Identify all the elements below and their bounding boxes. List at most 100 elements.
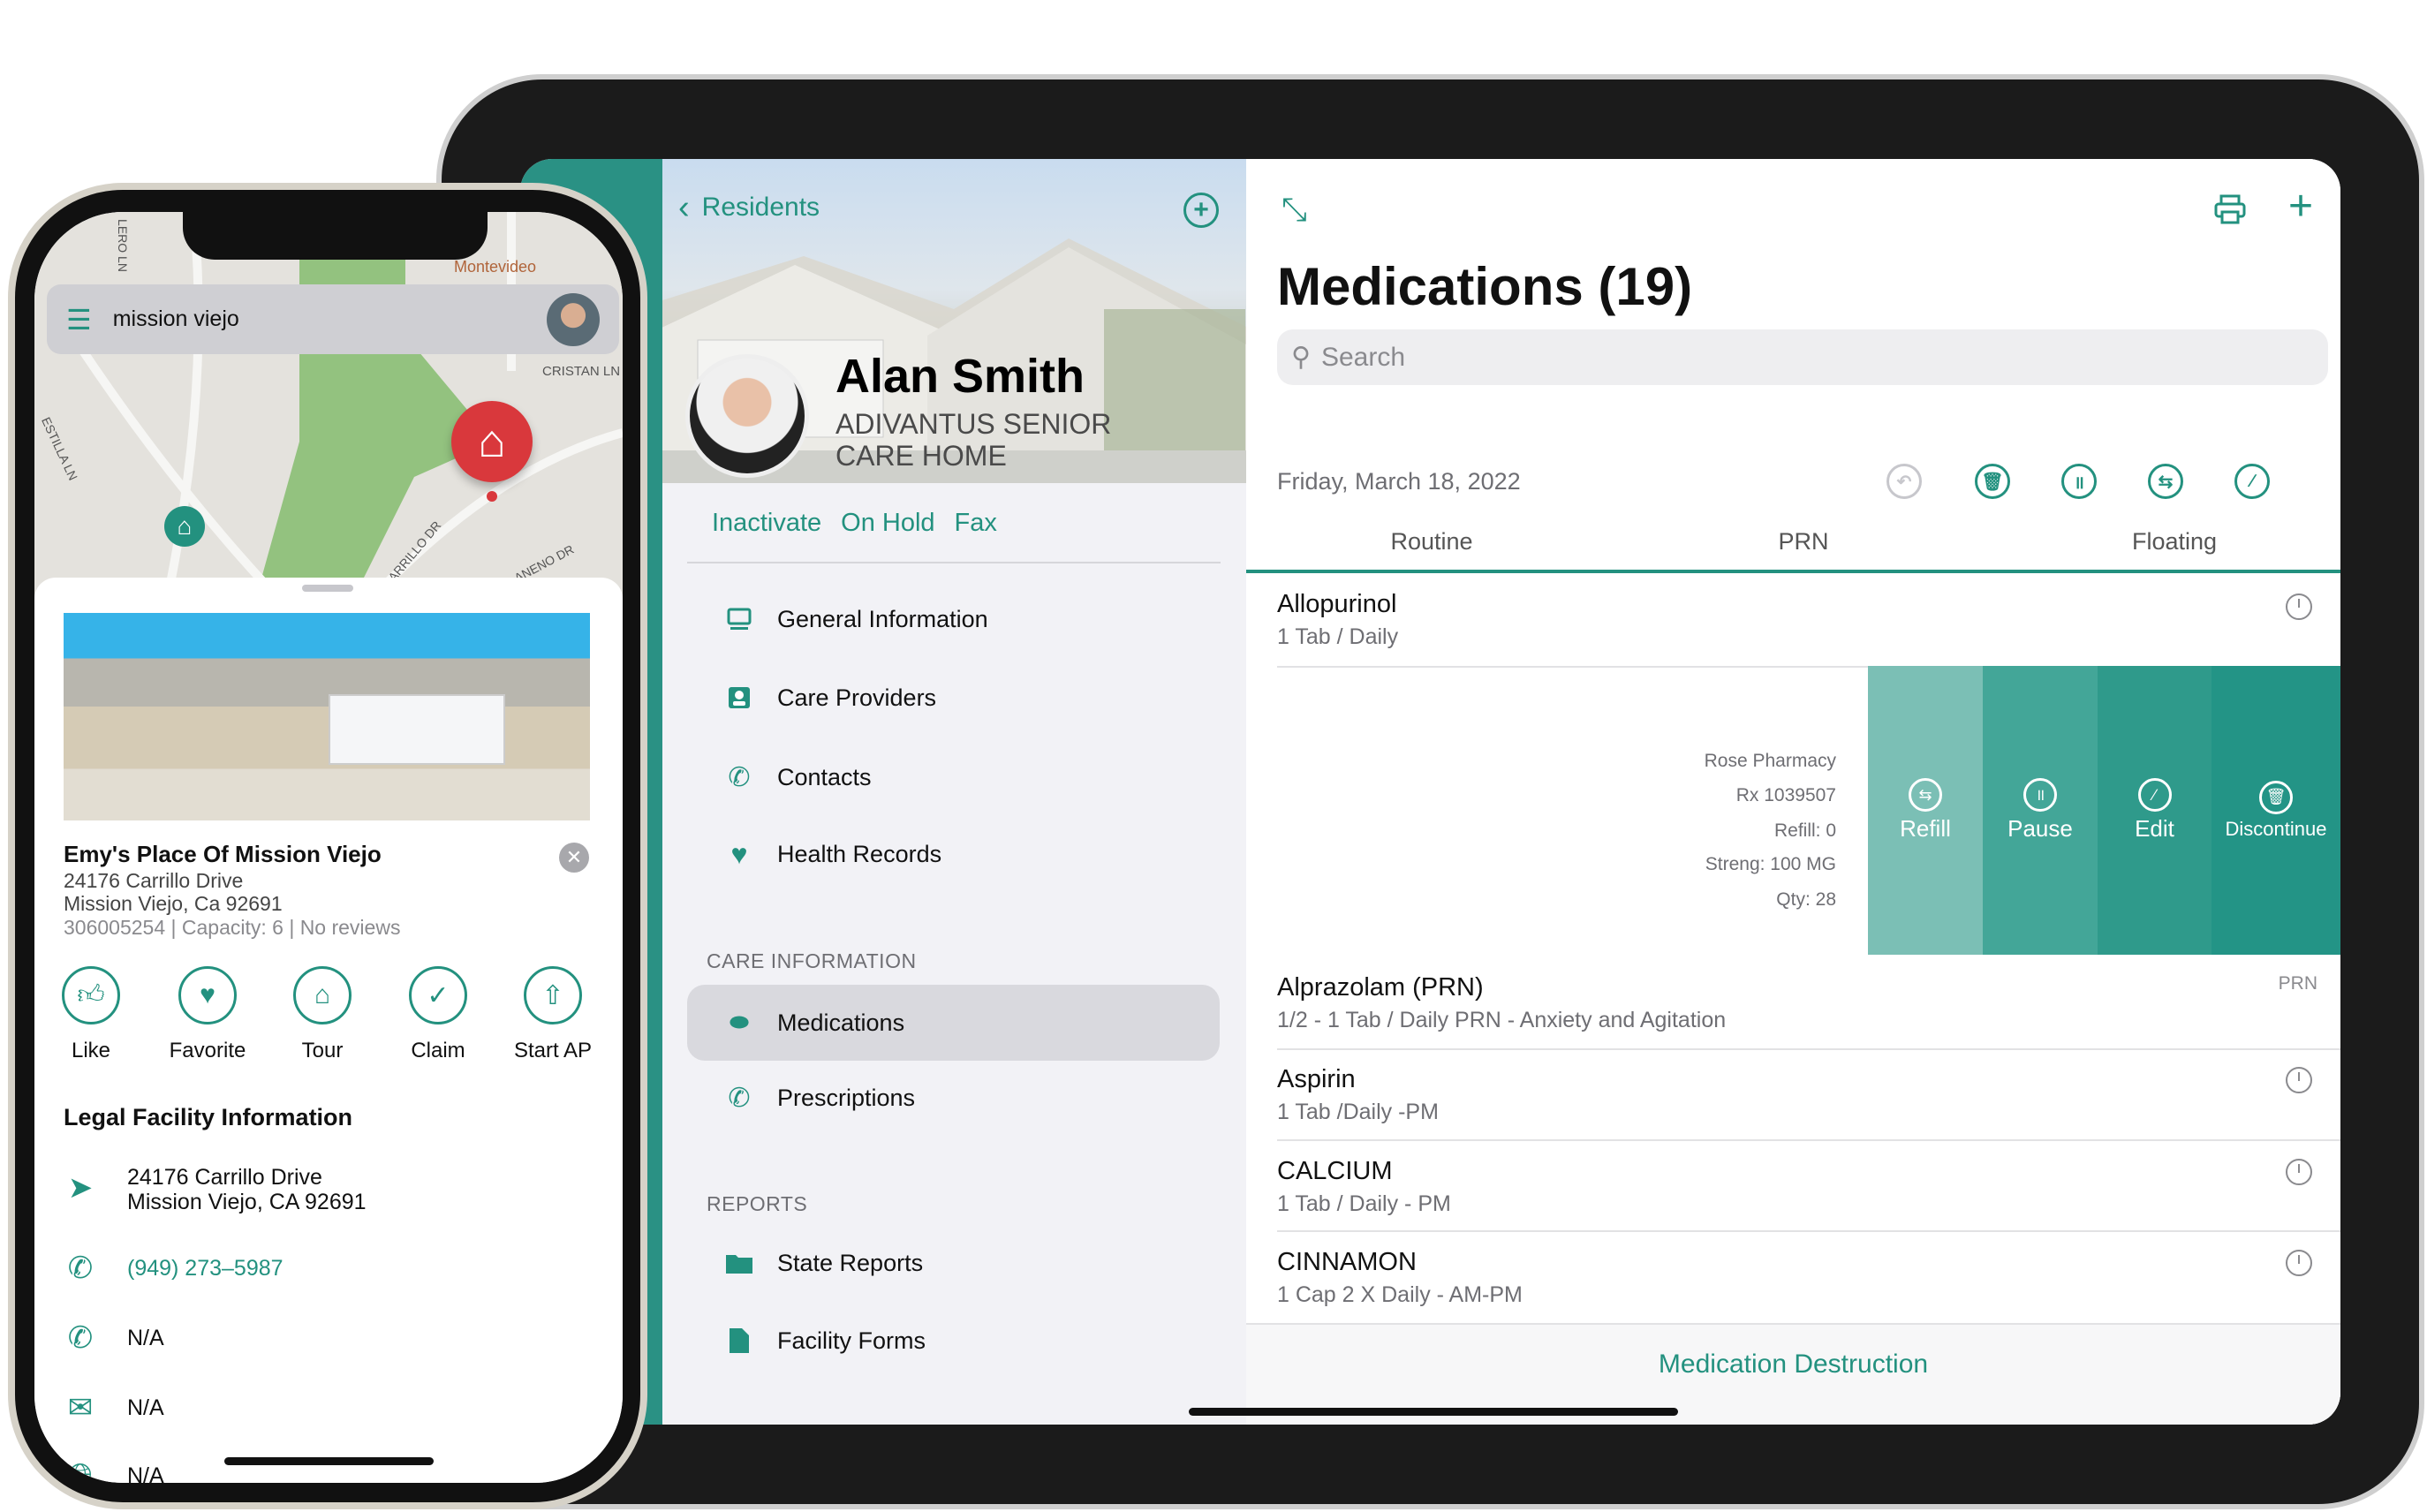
quantity: Qty: 28: [1776, 889, 1836, 910]
clock-icon: [2286, 593, 2312, 620]
tour-button[interactable]: ⌂ Tour: [265, 966, 380, 1063]
facility-photo: [64, 613, 590, 820]
home-indicator: [1189, 1408, 1678, 1416]
user-avatar[interactable]: [547, 293, 600, 346]
document-icon: [724, 1326, 754, 1356]
listing-name: Emy's Place Of Mission Viejo: [64, 841, 382, 867]
prescription-details: Rose Pharmacy Rx 1039507 Refill: 0 Stren…: [1246, 666, 1836, 955]
favorite-button[interactable]: ♥ Favorite: [150, 966, 265, 1063]
pause-icon: ॥: [2023, 778, 2057, 812]
menu-icon[interactable]: ☰: [66, 303, 92, 336]
clock-icon: [2286, 1159, 2312, 1185]
pause-button[interactable]: ॥ Pause: [1983, 666, 2098, 955]
strength: Streng: 100 MG: [1705, 854, 1836, 874]
facility-name-line2: CARE HOME: [835, 440, 1007, 472]
medication-destruction-button[interactable]: Medication Destruction: [1246, 1349, 2340, 1380]
sidebar-item-health-records[interactable]: ♥ Health Records: [662, 828, 1246, 881]
close-icon[interactable]: ✕: [559, 843, 589, 873]
search-input[interactable]: ⚲ Search: [1277, 329, 2328, 385]
ipad-screen: ‹ Residents + Alan Smith ADIVANTUS SENIO…: [520, 159, 2340, 1425]
inactivate-button[interactable]: Inactivate: [712, 509, 821, 538]
divider: [1277, 1230, 2340, 1232]
heart-icon: ♥: [178, 966, 237, 1024]
sidebar-item-state-reports[interactable]: State Reports: [662, 1236, 1246, 1289]
map[interactable]: Montevideo Elementary CRISTAN LN CARRILL…: [34, 212, 623, 601]
resident-name: Alan Smith: [835, 350, 1085, 403]
listing-address1: 24176 Carrillo Drive: [64, 869, 244, 892]
printer-icon[interactable]: [2214, 194, 2246, 229]
action-row: 👍︎ Like ♥ Favorite ⌂ Tour ✓ Claim ⇧ Start AP: [34, 966, 623, 1072]
listing-sheet: Emy's Place Of Mission Viejo 24176 Carri…: [34, 578, 623, 1483]
medication-row[interactable]: Allopurinol 1 Tab / Daily: [1277, 590, 2328, 650]
edit-button[interactable]: ∕ Edit: [2098, 666, 2212, 955]
legal-info-title: Legal Facility Information: [64, 1104, 353, 1130]
sidebar-item-general-information[interactable]: General Information: [662, 593, 1246, 646]
envelope-icon: ✉: [67, 1391, 94, 1425]
sidebar-item-prescriptions[interactable]: ✆ Prescriptions: [662, 1071, 1246, 1124]
navigation-arrow-icon: ➤: [67, 1171, 94, 1205]
medication-toolbar: ↶ 🗑 ॥ ⇆ ∕: [1246, 464, 2340, 499]
discontinue-button[interactable]: 🗑 Discontinue: [2212, 666, 2340, 955]
start-ap-button[interactable]: ⇧ Start AP: [495, 966, 610, 1063]
thumbs-up-icon: 👍︎: [62, 966, 120, 1024]
sidebar-item-medications[interactable]: ⬬ Medications: [662, 996, 1246, 1049]
medications-panel: ⤡ + Medications (19) ⚲ Search Friday, Ma…: [1246, 159, 2340, 1425]
map-label: CRISTAN LN: [542, 364, 621, 379]
house-icon: ⌂: [293, 966, 352, 1024]
fax-button[interactable]: Fax: [955, 509, 997, 538]
tab-floating[interactable]: Floating: [2132, 528, 2217, 556]
divider: [1277, 1048, 2340, 1050]
add-icon[interactable]: +: [2288, 182, 2313, 231]
chevron-left-icon: ‹: [678, 189, 690, 226]
map-label: Montevideo Elementary: [454, 258, 537, 277]
swipe-actions-row: Rose Pharmacy Rx 1039507 Refill: 0 Stren…: [1246, 666, 2340, 955]
search-bar[interactable]: ☰ mission viejo: [47, 284, 619, 354]
phone-screen: Montevideo Elementary CRISTAN LN CARRILL…: [34, 212, 623, 1483]
add-health-icon[interactable]: +: [1183, 193, 1219, 228]
heart-icon: ♥: [730, 837, 748, 870]
file-upload-icon: ⇧: [524, 966, 582, 1024]
medication-row[interactable]: Alprazolam (PRN) 1/2 - 1 Tab / Daily PRN…: [1277, 973, 2328, 1033]
sidebar-item-care-providers[interactable]: Care Providers: [662, 671, 1246, 724]
medication-row[interactable]: CALCIUM 1 Tab / Daily - PM: [1277, 1157, 2328, 1217]
trash-icon[interactable]: 🗑: [1975, 464, 2010, 499]
pills-icon: ⬬: [729, 1009, 750, 1035]
reports-header: REPORTS: [707, 1192, 808, 1215]
expand-icon[interactable]: ⤡: [1282, 191, 1307, 229]
prn-badge: PRN: [2278, 973, 2317, 994]
pause-icon[interactable]: ॥: [2061, 464, 2097, 499]
swap-icon: ⇆: [1909, 778, 1942, 812]
back-button[interactable]: ‹ Residents: [678, 191, 820, 224]
home-indicator: [224, 1457, 434, 1465]
home-pin-icon[interactable]: ⌂: [164, 506, 205, 547]
phone-icon: ✆: [728, 762, 751, 792]
listing-meta: 306005254 | Capacity: 6 | No reviews: [64, 916, 401, 939]
monitor-icon: [724, 604, 754, 634]
selected-home-pin-icon[interactable]: ⌂: [451, 401, 533, 482]
phone-icon: ✆: [67, 1251, 94, 1285]
on-hold-button[interactable]: On Hold: [841, 509, 934, 538]
swap-icon[interactable]: ⇆: [2148, 464, 2183, 499]
resident-avatar: [685, 354, 809, 478]
claim-button[interactable]: ✓ Claim: [381, 966, 495, 1063]
map-label: LERO LN: [115, 219, 130, 272]
medication-row[interactable]: CINNAMON 1 Cap 2 X Daily - AM-PM: [1277, 1248, 2328, 1308]
care-information-header: CARE INFORMATION: [707, 949, 917, 972]
sidebar-item-contacts[interactable]: ✆ Contacts: [662, 751, 1246, 804]
medication-row[interactable]: Aspirin 1 Tab /Daily -PM: [1277, 1065, 2328, 1125]
person-badge-icon: [724, 683, 754, 713]
rx-number: Rx 1039507: [1735, 785, 1836, 805]
refill-button[interactable]: ⇆ Refill: [1868, 666, 1983, 955]
search-input[interactable]: mission viejo: [113, 306, 239, 332]
resident-sidebar: ‹ Residents + Alan Smith ADIVANTUS SENIO…: [662, 159, 1246, 1425]
sheet-handle[interactable]: [302, 585, 353, 592]
undo-icon[interactable]: ↶: [1886, 464, 1922, 499]
clock-icon: [2286, 1067, 2312, 1093]
like-button[interactable]: 👍︎ Like: [34, 966, 148, 1063]
tab-routine[interactable]: Routine: [1390, 528, 1472, 556]
tab-prn[interactable]: PRN: [1778, 528, 1828, 556]
shield-check-icon: ✓: [409, 966, 467, 1024]
clock-icon: [2286, 1250, 2312, 1276]
edit-icon[interactable]: ∕: [2234, 464, 2270, 499]
sidebar-item-facility-forms[interactable]: Facility Forms: [662, 1314, 1246, 1367]
